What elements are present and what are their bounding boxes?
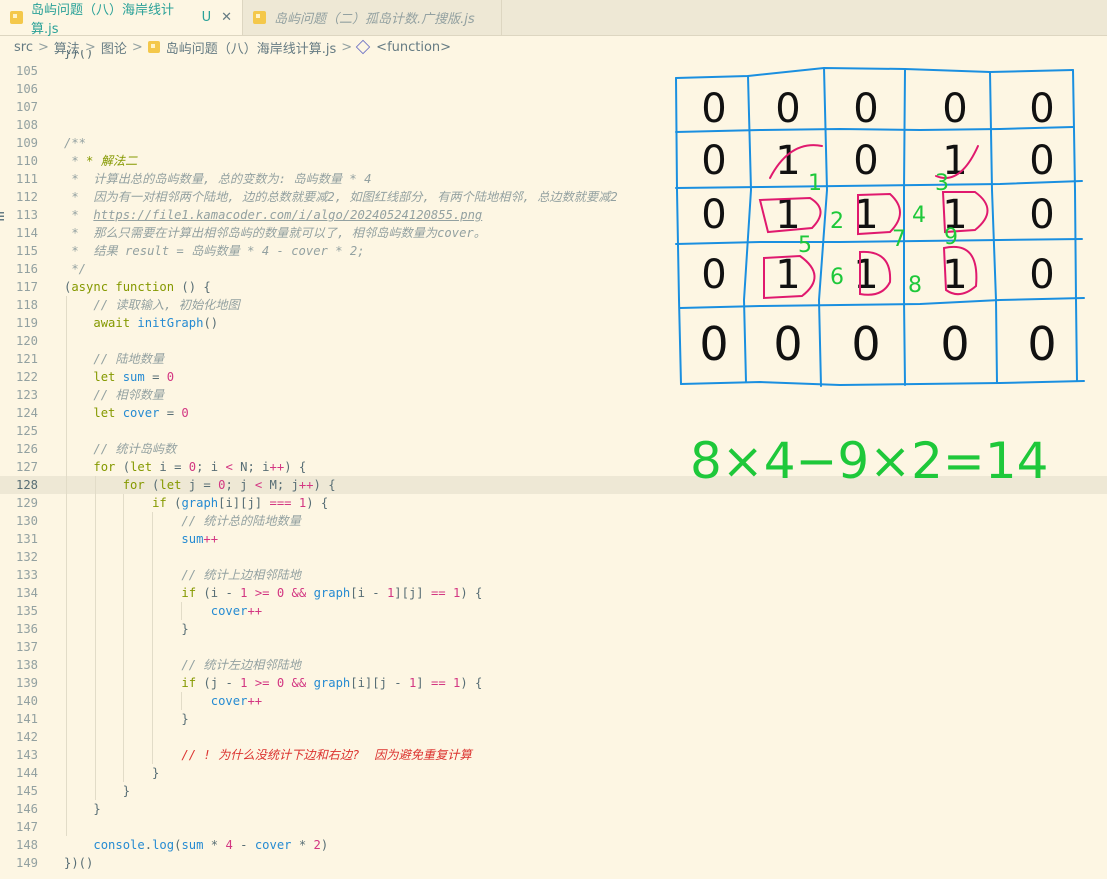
edge-label: 3	[935, 171, 949, 196]
grid-line	[1072, 69, 1078, 382]
grid-line	[675, 66, 1074, 79]
grid-cell-value: 0	[940, 317, 969, 371]
edge-label: 4	[912, 203, 926, 228]
grid-cell-value: 0	[853, 86, 878, 132]
grid-cell-value: 0	[773, 317, 802, 371]
grid-line	[675, 77, 682, 385]
handwritten-sketch: 0 0 0 0 00 1 0 1 00 1 1 1 00 1 1 1 00 0 0 0 0 123456789 8×4−…	[675, 66, 1085, 490]
grid-line	[817, 67, 829, 387]
grid-cell-value: 0	[1029, 138, 1054, 184]
grid-cell-value: 0	[1029, 86, 1054, 132]
edge-label: 5	[798, 233, 812, 258]
grid-cell-value: 0	[701, 192, 726, 238]
grid-cell-value: 0	[699, 317, 728, 371]
edge-label: 1	[808, 171, 822, 196]
grid-cell-value: 0	[942, 86, 967, 132]
grid-line	[675, 180, 1083, 189]
grid-cell-value: 0	[701, 252, 726, 298]
grid-line	[675, 238, 1083, 245]
grid-cell-value: 0	[775, 86, 800, 132]
grid-line	[680, 380, 1085, 387]
edge-label: 2	[830, 209, 844, 234]
edge-label: 9	[944, 225, 958, 250]
grid-cell-value: 0	[851, 317, 880, 371]
edge-label: 8	[908, 273, 922, 298]
grid-cell-value: 0	[701, 138, 726, 184]
grid-line	[989, 71, 998, 384]
grid-line	[742, 75, 753, 383]
grid-cell-value: 0	[1027, 317, 1056, 371]
edge-label: 6	[830, 265, 844, 290]
edge-label: 7	[892, 227, 906, 252]
grid-cell-value: 0	[853, 138, 878, 184]
grid-cell-value: 1	[853, 252, 878, 298]
grid-line	[679, 297, 1085, 309]
equation-text: 8×4−9×2=14	[690, 432, 1048, 490]
grid-cell-value: 0	[1029, 252, 1054, 298]
grid-cell-value: 0	[701, 86, 726, 132]
grid-cell-value: 0	[1029, 192, 1054, 238]
grid-cell-value: 1	[775, 252, 800, 298]
grid-cell-value: 1	[775, 138, 800, 184]
